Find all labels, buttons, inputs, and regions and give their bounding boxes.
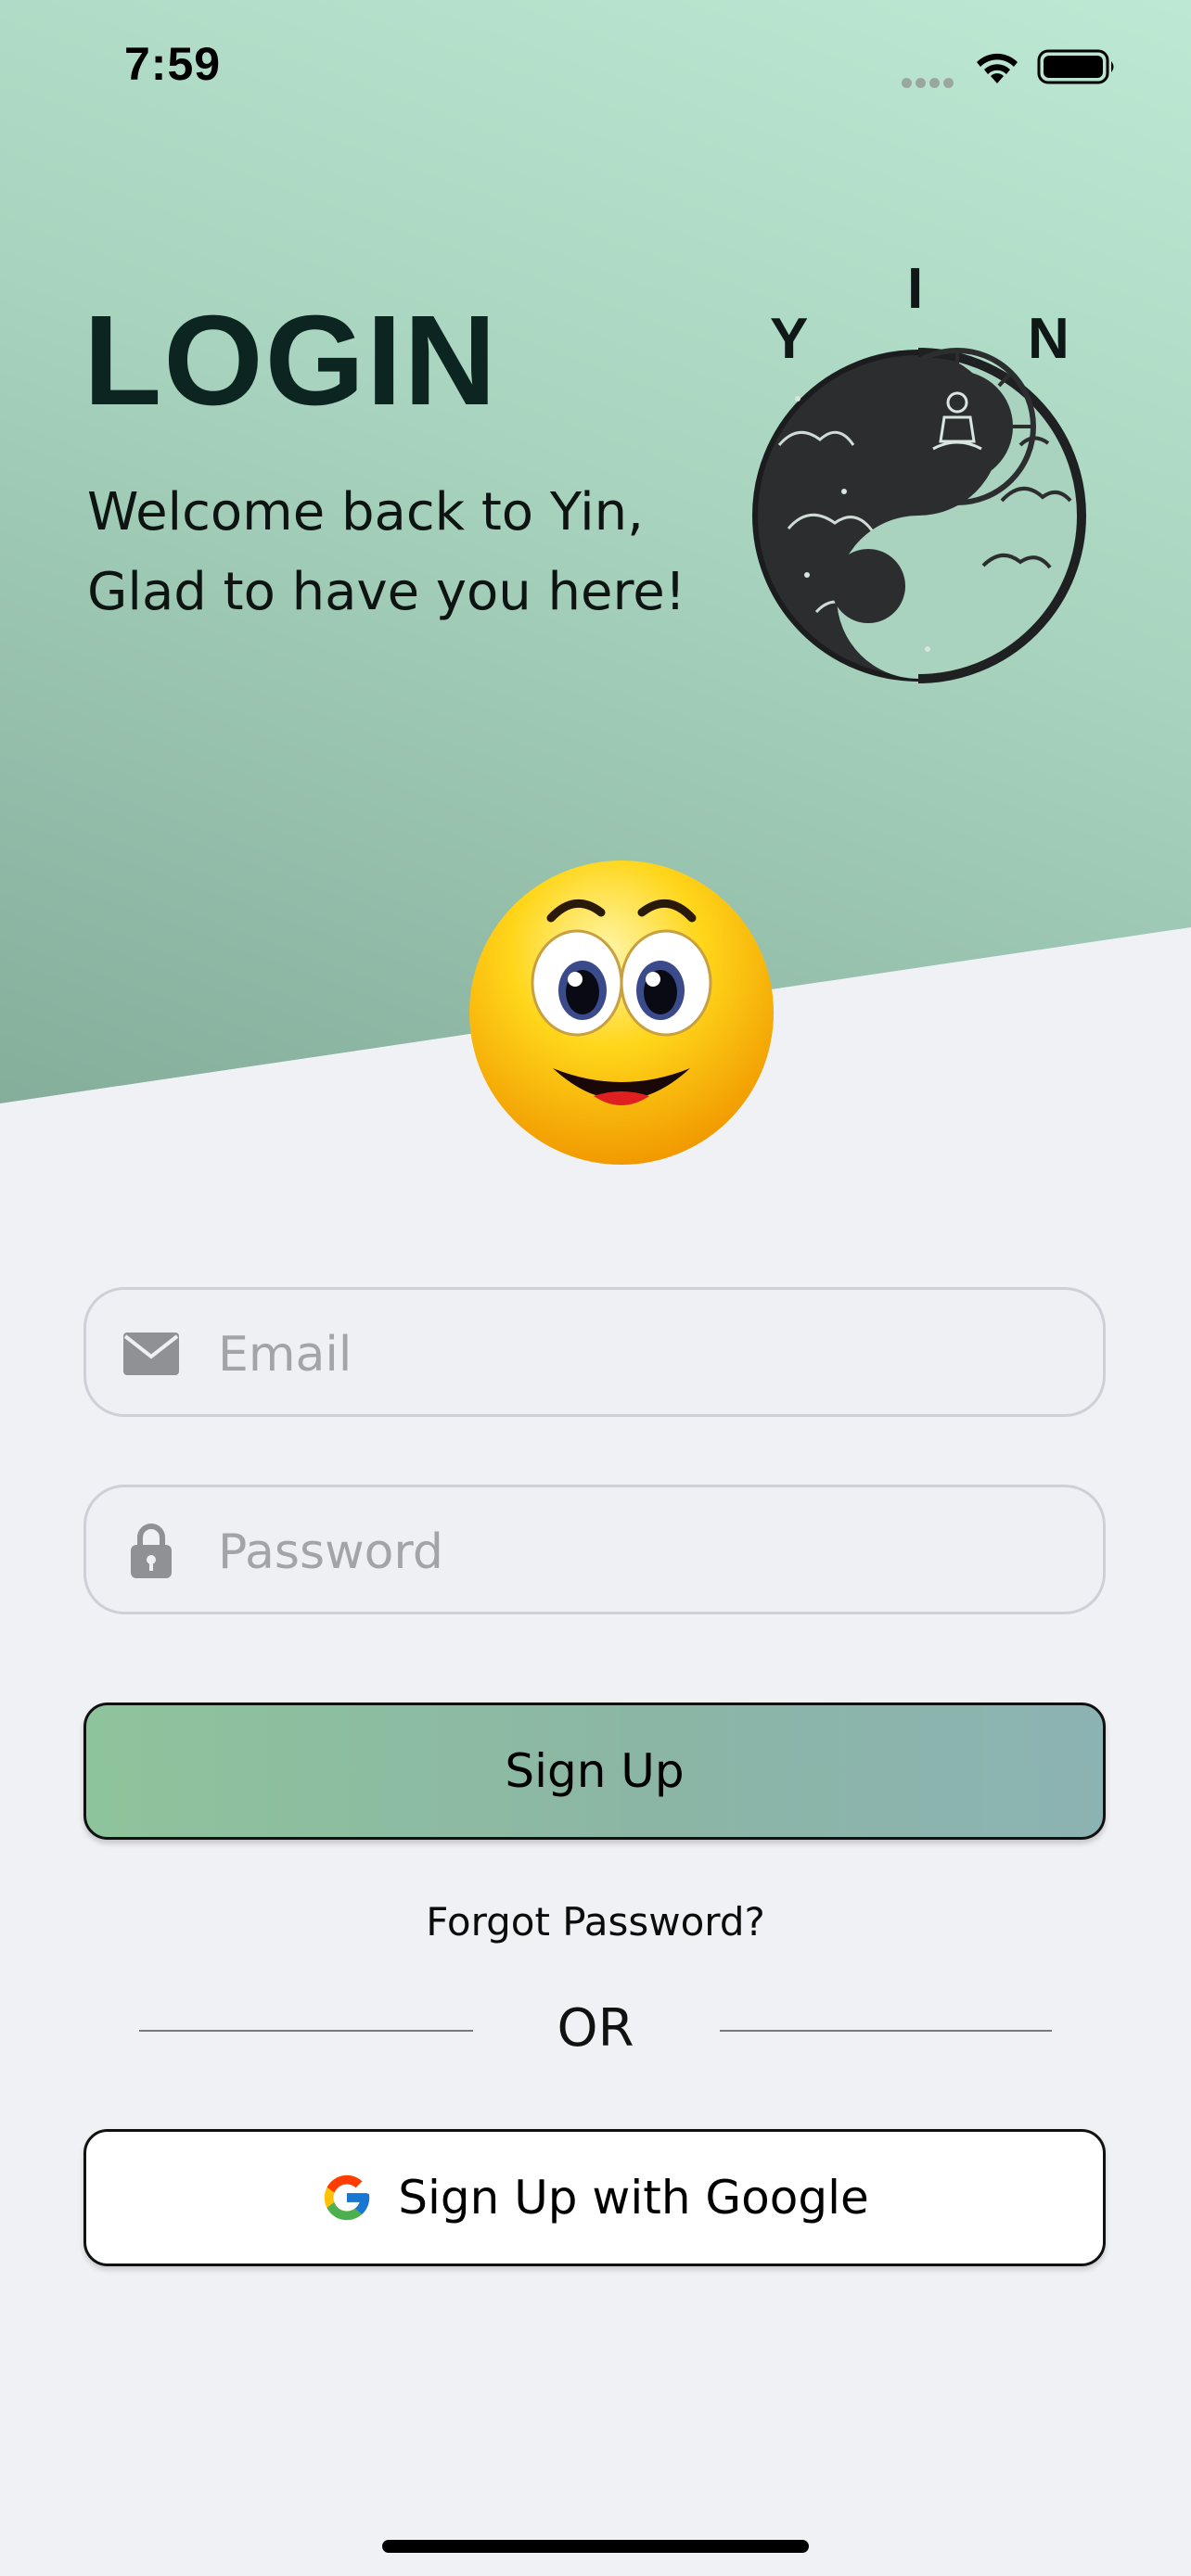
google-g-icon (320, 2171, 374, 2225)
forgot-password-link[interactable]: Forgot Password? (0, 1899, 1191, 1945)
sign-up-button-label: Sign Up (505, 1744, 685, 1798)
battery-icon (1037, 48, 1117, 89)
password-field[interactable] (83, 1485, 1106, 1614)
google-sign-up-button[interactable]: Sign Up with Google (83, 2129, 1106, 2266)
yin-yang-logo-icon: Y I N (742, 257, 1095, 690)
login-screen: 7:59 LOGIN Welcome back to Yin, Glad to … (0, 0, 1191, 2576)
cellular-signal-icon (902, 74, 957, 92)
google-button-label: Sign Up with Google (398, 2171, 869, 2225)
page-title: LOGIN (83, 289, 498, 432)
password-input[interactable] (218, 1515, 1053, 1589)
divider-right (720, 2030, 1052, 2032)
logo-letter-n: N (1028, 307, 1069, 371)
logo-letter-i: I (907, 260, 923, 321)
lock-icon (122, 1524, 181, 1584)
envelope-icon (122, 1331, 181, 1381)
logo-letter-y: Y (770, 307, 808, 371)
wifi-icon (972, 48, 1022, 89)
welcome-line-1: Welcome back to Yin, (87, 482, 644, 542)
email-field[interactable] (83, 1287, 1106, 1417)
email-input[interactable] (218, 1318, 1053, 1392)
sign-up-button[interactable]: Sign Up (83, 1702, 1106, 1840)
or-divider-text: OR (557, 1998, 634, 2059)
status-time: 7:59 (124, 38, 222, 90)
welcome-line-2: Glad to have you here! (87, 562, 686, 622)
welcome-message: Welcome back to Yin, Glad to have you he… (87, 473, 685, 632)
smiling-emoji-icon (464, 853, 779, 1172)
home-indicator (382, 2540, 809, 2553)
